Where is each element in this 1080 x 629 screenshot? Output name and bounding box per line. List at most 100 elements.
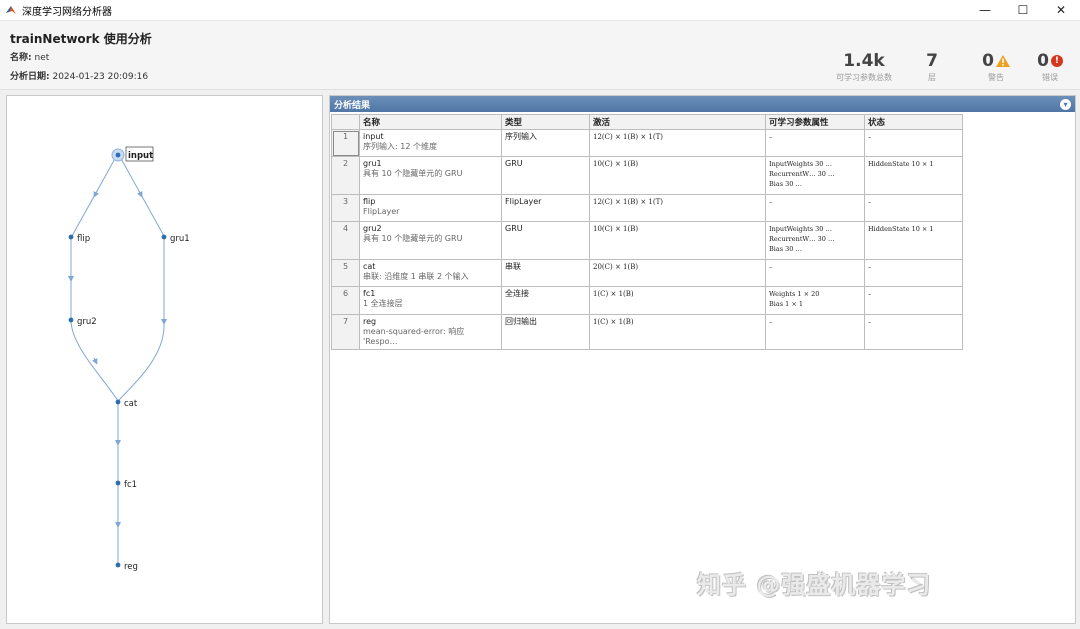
- graph-node-input[interactable]: input: [111, 146, 154, 162]
- network-graph-panel[interactable]: input flip gru1 gru2 cat fc1 reg: [6, 95, 323, 624]
- graph-node-gru2[interactable]: gru2: [68, 317, 97, 327]
- analysis-results-panel: 分析结果 ▾ 名称 类型 激活 可学习参数属性 状态 1 input 序列输入: …: [329, 95, 1076, 624]
- layer-name: reg: [363, 317, 377, 326]
- state-item: HiddenState 10 × 1: [868, 225, 934, 233]
- table-row[interactable]: 2 gru1 具有 10 个隐藏单元的 GRU GRU 10(C) × 1(B) …: [331, 156, 963, 195]
- learnable-item: InputWeights 30 …: [769, 160, 832, 168]
- layer-activation: 12(C) × 1(B) × 1(T): [589, 129, 766, 157]
- layer-activation: 20(C) × 1(B): [589, 259, 766, 287]
- layer-state: –: [864, 194, 963, 222]
- layer-activation: 10(C) × 1(B): [589, 221, 766, 260]
- layer-name: cat: [363, 262, 376, 271]
- learnable-item: –: [769, 318, 773, 326]
- close-button[interactable]: ✕: [1042, 0, 1080, 20]
- learnable-item: RecurrentW… 30 …: [769, 170, 835, 178]
- table-row[interactable]: 4 gru2 具有 10 个隐藏单元的 GRU GRU 10(C) × 1(B) …: [331, 221, 963, 260]
- column-header-name[interactable]: 名称: [359, 114, 502, 130]
- layer-state: –: [864, 259, 963, 287]
- learnable-item: –: [769, 133, 773, 141]
- layer-name-cell: cat 串联: 沿维度 1 串联 2 个输入: [359, 259, 502, 287]
- layer-description: 具有 10 个隐藏单元的 GRU: [363, 169, 463, 178]
- name-value: net: [34, 53, 50, 63]
- layer-name-cell: gru1 具有 10 个隐藏单元的 GRU: [359, 156, 502, 195]
- state-item: –: [868, 198, 872, 206]
- table-row[interactable]: 5 cat 串联: 沿维度 1 串联 2 个输入 串联 20(C) × 1(B) …: [331, 259, 963, 287]
- edge-input-gru1-arrow: [136, 190, 143, 198]
- layer-learnables: –: [765, 194, 865, 222]
- learnable-item: Bias 30 …: [769, 245, 802, 253]
- layer-name: gru1: [363, 159, 382, 168]
- learnable-item: Bias 30 …: [769, 180, 802, 188]
- graph-node-gru1[interactable]: gru1: [161, 234, 190, 244]
- learnable-item: InputWeights 30 …: [769, 225, 832, 233]
- analysis-header: trainNetwork 使用分析 名称: net 分析日期: 2024-01-…: [0, 20, 1080, 90]
- state-item: –: [868, 318, 872, 326]
- graph-node-cat[interactable]: cat: [115, 399, 138, 409]
- row-index: 3: [331, 194, 360, 222]
- table-row[interactable]: 6 fc1 1 全连接层 全连接 1(C) × 1(B) Weights 1 × …: [331, 286, 963, 315]
- graph-node-fc1[interactable]: fc1: [115, 480, 137, 490]
- layer-type: 序列输入: [501, 129, 590, 157]
- stat-errors-label: 错误: [1042, 73, 1058, 82]
- layer-state: –: [864, 314, 963, 350]
- row-index: 7: [331, 314, 360, 350]
- edge-input-gru1: [118, 154, 165, 237]
- node-label-input: input: [128, 151, 153, 161]
- table-row[interactable]: 3 flip FlipLayer FlipLayer 12(C) × 1(B) ×…: [331, 194, 963, 222]
- collapse-icon[interactable]: ▾: [1060, 98, 1071, 110]
- layer-type: GRU: [501, 156, 590, 195]
- maximize-button[interactable]: ☐: [1004, 0, 1042, 20]
- warning-icon: [995, 55, 1010, 67]
- column-header-state[interactable]: 状态: [864, 114, 963, 130]
- node-label-fc1: fc1: [124, 480, 137, 490]
- row-index: 6: [331, 286, 360, 315]
- analysis-date: 分析日期: 2024-01-23 20:09:16: [10, 69, 148, 82]
- layer-learnables: InputWeights 30 … RecurrentW… 30 … Bias …: [765, 156, 865, 195]
- layer-activation: 1(C) × 1(B): [589, 314, 766, 350]
- network-graph[interactable]: input flip gru1 gru2 cat fc1 reg: [7, 96, 324, 625]
- state-item: –: [868, 133, 872, 141]
- layer-activation: 12(C) × 1(B) × 1(T): [589, 194, 766, 222]
- node-label-flip: flip: [77, 234, 90, 244]
- network-name: 名称: net: [10, 50, 49, 63]
- stat-warnings-label: 警告: [988, 73, 1004, 82]
- results-table: 名称 类型 激活 可学习参数属性 状态 1 input 序列输入: 12 个维度 …: [331, 114, 963, 350]
- stat-warnings[interactable]: 0 警告: [978, 51, 1014, 83]
- layer-description: 具有 10 个隐藏单元的 GRU: [363, 234, 463, 243]
- table-row[interactable]: 1 input 序列输入: 12 个维度 序列输入 12(C) × 1(B) × …: [331, 129, 963, 157]
- layer-name: gru2: [363, 224, 382, 233]
- stat-errors-value: 0: [1037, 51, 1049, 71]
- edge-input-flip: [71, 154, 118, 237]
- layer-type: GRU: [501, 221, 590, 260]
- stat-warnings-value: 0: [982, 51, 994, 71]
- stat-layers-label: 层: [928, 73, 936, 82]
- column-header-type[interactable]: 类型: [501, 114, 590, 130]
- layer-state: HiddenState 10 × 1: [864, 156, 963, 195]
- graph-node-reg[interactable]: reg: [115, 562, 138, 572]
- column-header-activation[interactable]: 激活: [589, 114, 766, 130]
- layer-type: 回归输出: [501, 314, 590, 350]
- column-header-learnables[interactable]: 可学习参数属性: [765, 114, 865, 130]
- name-label: 名称:: [10, 53, 32, 63]
- layer-name-cell: reg mean-squared-error: 响应 'Respo…: [359, 314, 502, 350]
- learnable-item: Bias 1 × 1: [769, 300, 803, 308]
- row-index: 1: [331, 129, 360, 157]
- layer-description: 序列输入: 12 个维度: [363, 142, 437, 151]
- learnable-item: –: [769, 198, 773, 206]
- learnable-item: –: [769, 263, 773, 271]
- node-label-cat: cat: [124, 399, 138, 409]
- minimize-button[interactable]: —: [966, 0, 1004, 20]
- graph-node-flip[interactable]: flip: [68, 234, 91, 244]
- layer-description: 串联: 沿维度 1 串联 2 个输入: [363, 272, 469, 281]
- layer-state: –: [864, 129, 963, 157]
- stat-errors[interactable]: 0 ! 错误: [1032, 51, 1068, 83]
- stat-learnables-label: 可学习参数总数: [836, 73, 892, 82]
- layer-learnables: –: [765, 129, 865, 157]
- layer-name-cell: flip FlipLayer: [359, 194, 502, 222]
- table-row[interactable]: 7 reg mean-squared-error: 响应 'Respo… 回归输出…: [331, 314, 963, 350]
- learnable-item: Weights 1 × 20: [769, 290, 820, 298]
- layer-state: –: [864, 286, 963, 315]
- row-index: 5: [331, 259, 360, 287]
- layer-name-cell: input 序列输入: 12 个维度: [359, 129, 502, 157]
- layer-name: fc1: [363, 289, 376, 298]
